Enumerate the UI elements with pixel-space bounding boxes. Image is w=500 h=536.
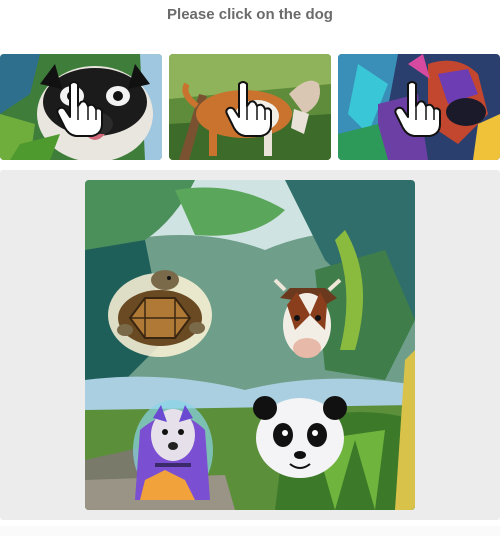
- captcha-challenge: Please click on the dog: [0, 0, 500, 536]
- footer-strip: [0, 526, 500, 536]
- pointing-hand-cursor-icon: [225, 81, 272, 137]
- thumbnail-colorful-dog[interactable]: [338, 54, 500, 160]
- challenge-image[interactable]: [85, 180, 415, 510]
- dog-figure: [133, 400, 213, 500]
- challenge-panel: [0, 170, 500, 520]
- pointing-hand-cursor-icon: [56, 81, 103, 137]
- thumbnail-pug-dog[interactable]: [0, 54, 162, 160]
- thumbnail-brown-dog[interactable]: [169, 54, 331, 160]
- challenge-scene: [85, 180, 415, 510]
- pointing-hand-cursor-icon: [394, 81, 441, 137]
- challenge-prompt: Please click on the dog: [167, 6, 333, 23]
